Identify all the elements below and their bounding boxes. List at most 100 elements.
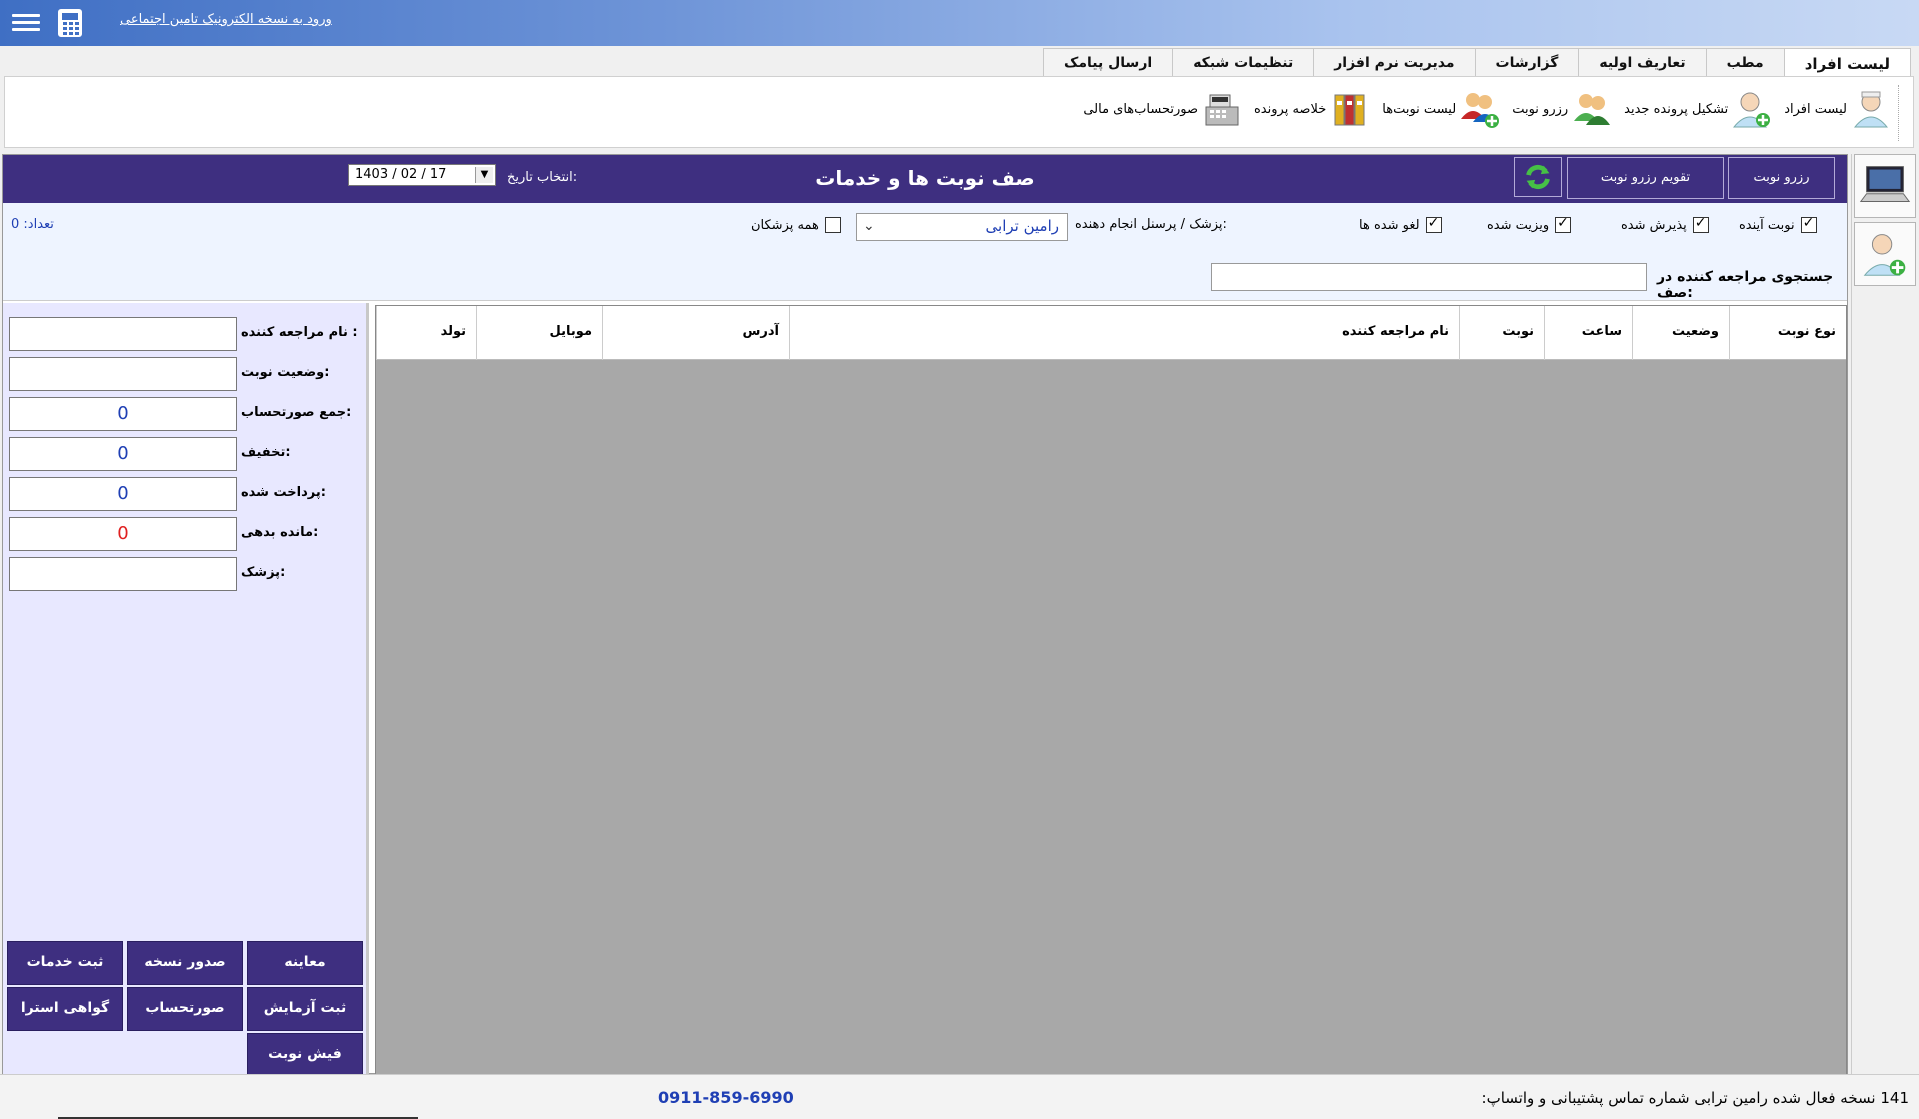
filter-cancelled[interactable]: لغو شده ها	[1359, 215, 1442, 233]
filter-visited-label: ویزیت شده	[1487, 217, 1550, 233]
add-person-icon	[1863, 234, 1906, 276]
checkbox-all-doctors[interactable]	[824, 217, 841, 233]
ribbon-label: لیست افراد	[1784, 101, 1847, 117]
tab-network-settings[interactable]: تنظیمات شبکه	[1172, 48, 1315, 76]
col-patient-name[interactable]: نام مراجعه کننده	[789, 306, 1459, 360]
checkbox-cancelled[interactable]	[1425, 215, 1442, 233]
ribbon-reserve[interactable]: رزرو نوبت	[1512, 89, 1612, 129]
refresh-icon	[1526, 164, 1550, 190]
side-toolbar	[1851, 154, 1916, 1074]
appointment-status-label: وضعیت نوبت:	[241, 365, 330, 380]
doctor-field-label: پزشک:	[241, 565, 286, 580]
queue-count: تعداد: 0	[11, 217, 54, 232]
search-label: جستجوی مراجعه کننده در صف:	[1657, 269, 1834, 301]
ribbon-label: تشکیل پرونده جدید	[1624, 101, 1729, 117]
rest-certificate-button[interactable]: گواهی استرا	[7, 987, 123, 1031]
calculator-icon[interactable]	[58, 9, 82, 37]
exam-button[interactable]: معاینه	[247, 941, 363, 985]
ribbon-label: لیست نوبت‌ها	[1382, 101, 1457, 117]
patient-name-label: نام مراجعه کننده :	[241, 325, 358, 340]
tab-clinic[interactable]: مطب	[1705, 48, 1785, 76]
checkbox-admitted[interactable]	[1692, 215, 1709, 233]
col-mobile[interactable]: موبایل	[476, 306, 602, 360]
field-name: نام مراجعه کننده :	[9, 317, 363, 351]
ribbon-separator	[1898, 85, 1899, 141]
field-total: 0 جمع صورتحساب:	[9, 397, 363, 431]
field-doctor: پزشک:	[9, 557, 363, 591]
col-time[interactable]: ساعت	[1544, 306, 1632, 360]
ribbon-appointments[interactable]: لیست نوبت‌ها	[1382, 89, 1500, 129]
reserve-users-icon	[1574, 94, 1611, 125]
ribbon-invoices[interactable]: صورتحساب‌های مالی	[1083, 89, 1242, 129]
queue-header: صف نوبت ها و خدمات رزرو نوبت تقویم رزرو …	[3, 155, 1847, 203]
menu-icon[interactable]	[12, 10, 40, 34]
doctor-field	[9, 557, 237, 591]
paid-field: 0	[9, 477, 237, 511]
field-discount: 0 تخفیف:	[9, 437, 363, 471]
field-debt: 0 مانده بدهی:	[9, 517, 363, 551]
title-bar: ورود به نسخه الکترونیک تامین اجتماعی	[0, 0, 1919, 46]
refresh-button[interactable]	[1514, 157, 1562, 197]
debt-label: مانده بدهی:	[241, 525, 319, 540]
appointment-receipt-button[interactable]: فیش نوبت	[247, 1033, 363, 1077]
status-text: 141 نسخه فعال شده رامین ترابی شماره تماس…	[1481, 1089, 1909, 1107]
appointments-list-icon	[1461, 93, 1500, 128]
patient-name-field	[9, 317, 237, 351]
tab-send-sms[interactable]: ارسال پیامک	[1043, 48, 1174, 76]
filter-upcoming-label: نوبت آینده	[1739, 217, 1795, 233]
filter-cancelled-label: لغو شده ها	[1359, 217, 1420, 233]
filter-admitted[interactable]: پذیرش شده	[1621, 215, 1709, 233]
add-patient-button[interactable]	[1854, 222, 1916, 286]
filter-upcoming[interactable]: نوبت آینده	[1739, 215, 1817, 233]
date-picker[interactable]: 1403 / 02 / 17 ▼	[348, 164, 496, 186]
invoice-button[interactable]: صورتحساب	[127, 987, 243, 1031]
reserve-button[interactable]: رزرو نوبت	[1728, 157, 1835, 199]
doctor-select[interactable]: ⌄ رامین ترابی	[856, 213, 1068, 241]
ribbon-person-list[interactable]: لیست افراد	[1784, 89, 1891, 129]
main-tabs: لیست افراد مطب تعاریف اولیه گزارشات مدیر…	[1043, 48, 1911, 78]
dropdown-arrow-icon[interactable]: ▼	[475, 167, 493, 183]
col-turn[interactable]: نوبت	[1459, 306, 1544, 360]
col-status[interactable]: وضعیت	[1632, 306, 1729, 360]
person-list-icon	[1853, 91, 1889, 128]
prescription-button[interactable]: صدور نسخه	[127, 941, 243, 985]
tab-definitions[interactable]: تعاریف اولیه	[1578, 48, 1707, 76]
file-binders-icon	[1334, 94, 1365, 126]
field-status: وضعیت نوبت:	[9, 357, 363, 391]
ribbon-new-file[interactable]: تشکیل پرونده جدید	[1624, 89, 1772, 129]
tab-people-list[interactable]: لیست افراد	[1783, 48, 1911, 78]
col-birth[interactable]: تولد	[376, 306, 476, 360]
ribbon-file-summary[interactable]: خلاصه پرونده	[1254, 89, 1370, 129]
discount-label: تخفیف:	[241, 445, 291, 460]
ribbon-toolbar: لیست افراد تشکیل پرونده جدید رزرو نوبت ل…	[4, 76, 1914, 148]
filter-all-doctors[interactable]: همه پزشکان	[751, 217, 841, 233]
laptop-icon	[1859, 166, 1911, 202]
col-appointment-type[interactable]: نوع نوبت	[1729, 306, 1846, 360]
tab-reports[interactable]: گزارشات	[1474, 48, 1580, 76]
register-services-button[interactable]: ثبت خدمات	[7, 941, 123, 985]
patient-info-panel: نام مراجعه کننده : وضعیت نوبت: 0 جمع صور…	[3, 303, 369, 1077]
cash-register-icon	[1205, 94, 1239, 126]
paid-label: پرداخت شده:	[241, 485, 326, 500]
ribbon-label: صورتحساب‌های مالی	[1083, 101, 1198, 117]
social-security-link[interactable]: ورود به نسخه الکترونیک تامین اجتماعی	[120, 12, 332, 27]
discount-field: 0	[9, 437, 237, 471]
date-label: انتخاب تاریخ:	[507, 170, 578, 185]
status-bar: 141 نسخه فعال شده رامین ترابی شماره تماس…	[0, 1074, 1919, 1119]
chevron-down-icon: ⌄	[863, 218, 875, 234]
register-lab-button[interactable]: ثبت آزمایش	[247, 987, 363, 1031]
ribbon-label: رزرو نوبت	[1512, 101, 1569, 117]
reservation-calendar-button[interactable]: تقویم رزرو نوبت	[1567, 157, 1724, 199]
ribbon-label: خلاصه پرونده	[1254, 101, 1327, 117]
checkbox-visited[interactable]	[1555, 215, 1572, 233]
tab-software-management[interactable]: مدیریت نرم افزار	[1313, 48, 1476, 76]
appointment-status-field	[9, 357, 237, 391]
col-address[interactable]: آدرس	[602, 306, 789, 360]
table-header: نوع نوبت وضعیت ساعت نوبت نام مراجعه کنند…	[376, 306, 1846, 360]
filter-visited[interactable]: ویزیت شده	[1487, 215, 1572, 233]
checkbox-upcoming[interactable]	[1800, 215, 1817, 233]
queue-table[interactable]: نوع نوبت وضعیت ساعت نوبت نام مراجعه کنند…	[375, 305, 1847, 1075]
queue-search-input[interactable]	[1211, 263, 1647, 291]
field-paid: 0 پرداخت شده:	[9, 477, 363, 511]
computer-button[interactable]	[1854, 154, 1916, 218]
